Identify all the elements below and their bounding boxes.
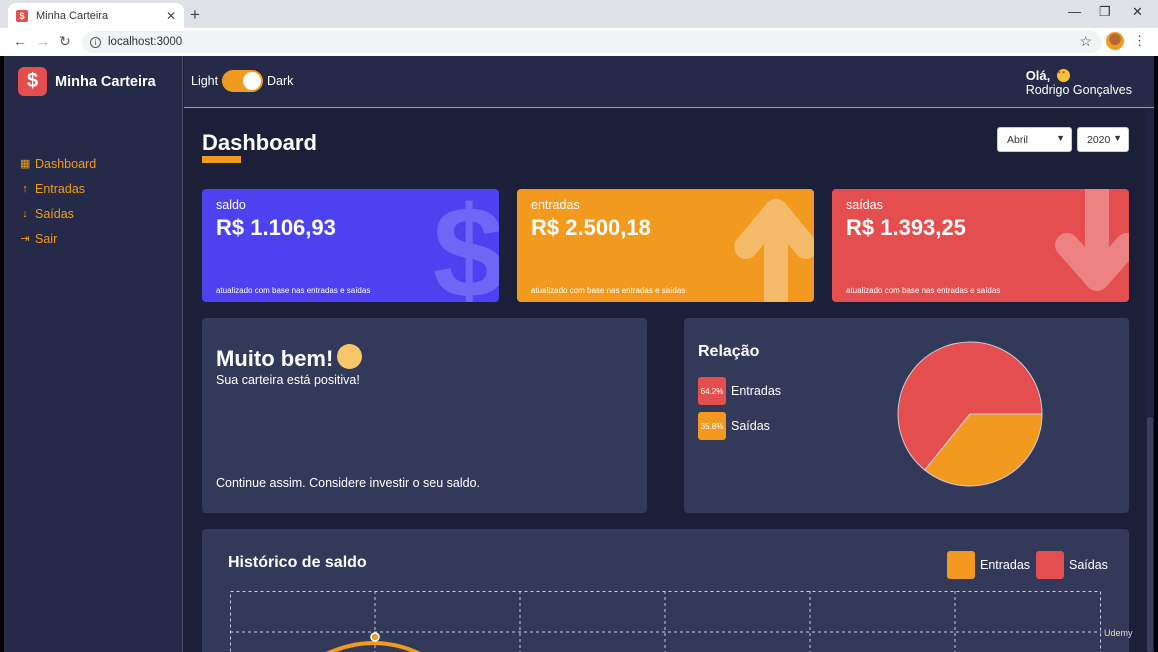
chevron-down-icon: ▼ <box>1056 133 1065 143</box>
sidebar: $ Minha Carteira ▦ Dashboard ↑ Entradas … <box>4 56 183 652</box>
sidebar-item-dashboard[interactable]: ▦ Dashboard <box>20 151 96 176</box>
chevron-down-icon: ▼ <box>1113 133 1122 143</box>
app-title: Minha Carteira <box>55 74 156 90</box>
entradas-line <box>325 641 421 652</box>
scrollbar-thumb[interactable] <box>1147 417 1153 652</box>
card-footer: atualizado com base nas entradas e saída… <box>531 286 686 295</box>
theme-dark-label: Dark <box>267 74 294 88</box>
back-icon[interactable]: ← <box>13 33 27 49</box>
relation-title: Relação <box>698 343 760 360</box>
history-chart-grid <box>230 591 1101 652</box>
legend-label: Entradas <box>731 384 782 398</box>
arrow-up-icon: ↑ <box>22 182 28 195</box>
legend-swatch: 64.2% <box>698 377 726 405</box>
top-header: Light Dark Olá, Rodrigo Gonçalves <box>184 56 1154 108</box>
card-footer: atualizado com base nas entradas e saída… <box>846 286 1001 295</box>
card-saldo: saldo R$ 1.106,93 atualizado com base na… <box>202 189 499 302</box>
address-bar[interactable]: i localhost:3000 ☆ <box>82 31 1102 53</box>
pie-chart <box>897 341 1043 487</box>
url-text: localhost:3000 <box>108 36 183 48</box>
theme-light-label: Light <box>191 74 219 88</box>
close-window-icon[interactable]: ✕ <box>1132 4 1143 20</box>
sidebar-item-sair[interactable]: ⇥ Sair <box>20 226 96 251</box>
browser-menu-icon[interactable]: ⋮ <box>1133 33 1146 49</box>
message-subtitle: Sua carteira está positiva! <box>216 373 360 387</box>
browser-tab[interactable]: $ Minha Carteira ✕ <box>8 3 184 28</box>
heart-eyes-emoji-icon <box>1056 69 1070 82</box>
legend-label: Saídas <box>1069 558 1108 572</box>
browser-chrome: $ Minha Carteira ✕ + — ❐ ✕ ← → ↻ i local… <box>0 0 1158 56</box>
tab-strip: $ Minha Carteira ✕ + — ❐ ✕ <box>0 0 1158 28</box>
card-amount: R$ 1.393,25 <box>846 215 966 240</box>
dollar-icon: $ <box>432 189 499 302</box>
theme-toggle[interactable] <box>222 70 263 92</box>
profile-avatar[interactable] <box>1106 32 1124 50</box>
legend-label: Entradas <box>980 558 1031 572</box>
message-title: Muito bem! <box>216 344 363 372</box>
message-footer: Continue assim. Considere investir o seu… <box>216 476 481 490</box>
arrow-up-icon <box>734 199 814 302</box>
card-label: entradas <box>531 198 580 212</box>
legend-swatch: 35.8% <box>698 412 726 440</box>
history-title: Histórico de saldo <box>228 554 367 571</box>
legend-swatch <box>1036 551 1064 579</box>
sidebar-item-label: Sair <box>35 231 58 246</box>
info-icon[interactable]: i <box>90 36 101 48</box>
relation-panel: Relação 64.2% Entradas 35.8% Saídas <box>684 318 1129 513</box>
arrow-down-icon: ↓ <box>22 207 28 220</box>
card-label: saídas <box>846 198 883 212</box>
user-name: Rodrigo Gonçalves <box>1025 83 1132 97</box>
title-underline <box>202 156 241 163</box>
scrollbar[interactable] <box>1146 109 1154 652</box>
bookmark-star-icon[interactable]: ☆ <box>1079 33 1092 50</box>
app-root: $ Minha Carteira ▦ Dashboard ↑ Entradas … <box>4 56 1154 652</box>
reload-icon[interactable]: ↻ <box>59 33 71 50</box>
user-greeting: Olá, Rodrigo Gonçalves <box>1026 68 1132 97</box>
restore-icon[interactable]: ❐ <box>1099 4 1111 20</box>
card-footer: atualizado com base nas entradas e saída… <box>216 286 371 295</box>
exit-icon: ⇥ <box>20 233 30 245</box>
sidebar-item-saidas[interactable]: ↓ Saídas <box>20 201 96 226</box>
tab-title: Minha Carteira <box>36 9 109 22</box>
greeting-text: Olá, <box>1025 68 1051 83</box>
new-tab-button[interactable]: + <box>190 5 200 25</box>
card-amount: R$ 1.106,93 <box>216 215 336 240</box>
logo-icon: $ <box>18 67 47 96</box>
main-content: Dashboard Abril ▼ 2020 ▼ saldo R$ 1.106,93… <box>184 109 1154 652</box>
happy-emoji-icon <box>337 344 363 369</box>
message-panel: Muito bem! Sua carteira está positiva! C… <box>202 318 647 513</box>
sidebar-item-label: Saídas <box>35 206 74 221</box>
history-panel: Histórico de saldo Entradas Saídas <box>202 529 1129 652</box>
month-select[interactable]: Abril ▼ <box>997 127 1072 152</box>
sidebar-menu: ▦ Dashboard ↑ Entradas ↓ Saídas ⇥ Sair <box>20 151 96 251</box>
legend-label: Saídas <box>731 419 770 433</box>
minimize-icon[interactable]: — <box>1068 4 1081 19</box>
forward-icon[interactable]: → <box>36 33 50 49</box>
legend-swatch <box>947 551 975 579</box>
data-point <box>370 632 380 642</box>
card-amount: R$ 2.500,18 <box>531 215 651 240</box>
udemy-watermark: Udemy <box>1104 628 1133 638</box>
arrow-down-icon <box>1055 189 1129 291</box>
history-legend-saidas: Saídas <box>1036 551 1108 579</box>
page-title: Dashboard <box>202 130 317 155</box>
favicon-icon: $ <box>16 9 28 22</box>
card-entradas: entradas R$ 2.500,18 atualizado com base… <box>517 189 814 302</box>
history-legend-entradas: Entradas <box>947 551 1030 579</box>
dashboard-icon: ▦ <box>20 158 31 170</box>
legend-item-saidas: 35.8% Saídas <box>698 412 770 440</box>
browser-toolbar: ← → ↻ i localhost:3000 ☆ <box>0 28 1158 56</box>
sidebar-item-label: Entradas <box>35 181 86 196</box>
legend-item-entradas: 64.2% Entradas <box>698 377 781 405</box>
toggle-knob <box>243 72 261 90</box>
card-saidas: saídas R$ 1.393,25 atualizado com base n… <box>832 189 1129 302</box>
sidebar-item-label: Dashboard <box>35 156 97 171</box>
close-tab-icon[interactable]: ✕ <box>166 9 176 23</box>
year-select[interactable]: 2020 ▼ <box>1077 127 1129 152</box>
card-label: saldo <box>216 198 246 212</box>
sidebar-item-entradas[interactable]: ↑ Entradas <box>20 176 96 201</box>
